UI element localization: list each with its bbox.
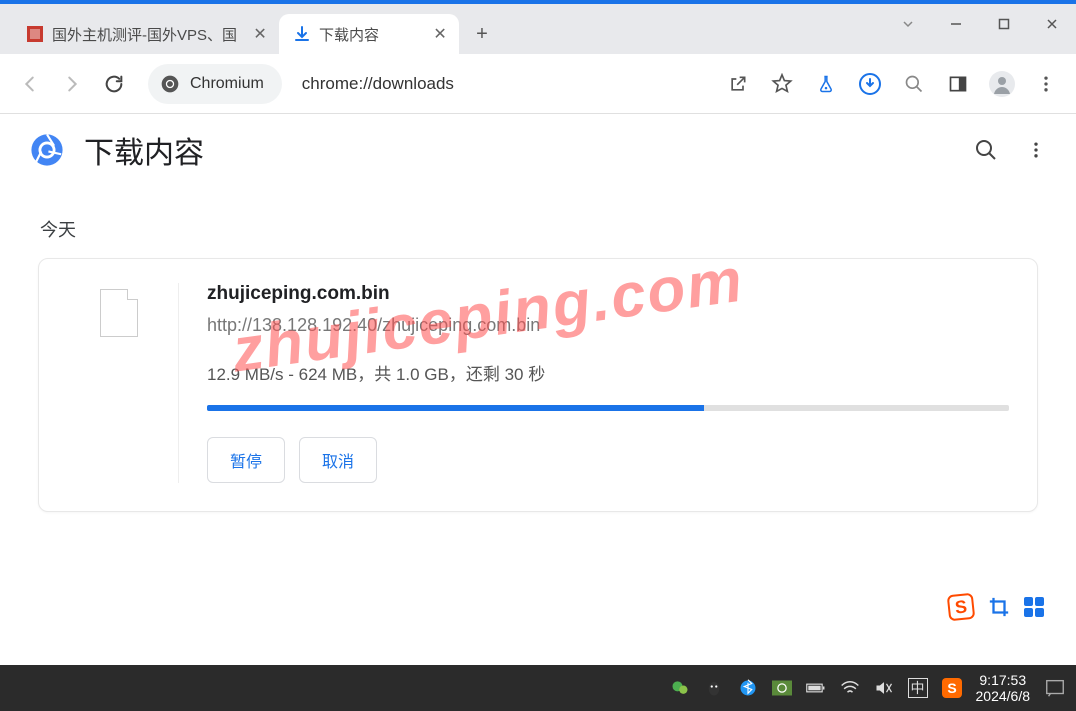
qq-icon[interactable]: [704, 678, 724, 698]
share-icon[interactable]: [720, 66, 756, 102]
reload-button[interactable]: [96, 66, 132, 102]
tab-active[interactable]: 下载内容 ✕: [279, 14, 459, 54]
new-tab-button[interactable]: +: [465, 17, 499, 51]
toolbar-right: [720, 66, 1064, 102]
chromium-logo-icon: [30, 133, 64, 167]
page-header: 下载内容: [0, 114, 1076, 186]
more-icon[interactable]: [1026, 138, 1046, 162]
download-url[interactable]: http://138.128.192.40/zhujiceping.com.bi…: [207, 315, 1009, 336]
search-icon[interactable]: [974, 138, 998, 162]
toolbar: Chromium chrome://downloads: [0, 54, 1076, 114]
download-filename: zhujiceping.com.bin: [207, 283, 1009, 305]
notifications-icon[interactable]: [1044, 677, 1066, 699]
profile-avatar[interactable]: [984, 66, 1020, 102]
downloads-page: 下载内容 今天 zhujiceping.com.bin http://138.1…: [0, 114, 1076, 512]
clock-time: 9:17:53: [976, 672, 1031, 688]
download-item: zhujiceping.com.bin http://138.128.192.4…: [38, 258, 1038, 512]
forward-button[interactable]: [54, 66, 90, 102]
wifi-icon[interactable]: [840, 678, 860, 698]
volume-icon[interactable]: [874, 678, 894, 698]
cancel-button[interactable]: 取消: [299, 437, 377, 483]
clock[interactable]: 9:17:53 2024/6/8: [976, 672, 1031, 704]
tab-title: 下载内容: [319, 24, 417, 45]
page-title: 下载内容: [84, 128, 204, 172]
flask-icon[interactable]: [808, 66, 844, 102]
close-icon[interactable]: ✕: [251, 25, 269, 43]
panel-icon[interactable]: [940, 66, 976, 102]
tab-inactive[interactable]: 国外主机测评-国外VPS、国 ✕: [12, 14, 279, 54]
bookmark-icon[interactable]: [764, 66, 800, 102]
window-close-button[interactable]: [1028, 4, 1076, 44]
clock-date: 2024/6/8: [976, 688, 1031, 704]
back-button[interactable]: [12, 66, 48, 102]
progress-fill: [207, 405, 704, 411]
battery-icon[interactable]: [806, 678, 826, 698]
minimize-button[interactable]: [932, 4, 980, 44]
sogou-tray-icon[interactable]: S: [942, 678, 962, 698]
site-chip-label: Chromium: [190, 75, 264, 93]
ime-indicator[interactable]: 中: [908, 678, 928, 698]
address-bar[interactable]: chrome://downloads: [294, 64, 714, 104]
tab-title: 国外主机测评-国外VPS、国: [52, 24, 237, 45]
download-status: 12.9 MB/s - 624 MB，共 1.0 GB，还剩 30 秒: [207, 360, 1009, 385]
wechat-icon[interactable]: [670, 678, 690, 698]
window-controls: [884, 4, 1076, 44]
tab-favicon-site: [26, 25, 44, 43]
sogou-icon[interactable]: S: [947, 593, 976, 622]
file-icon: [100, 289, 138, 337]
maximize-button[interactable]: [980, 4, 1028, 44]
download-actions: 暂停 取消: [207, 437, 1009, 483]
screenshot-tool-overlay: S: [948, 594, 1044, 620]
menu-icon[interactable]: [1028, 66, 1064, 102]
nvidia-icon[interactable]: [772, 678, 792, 698]
downloads-icon[interactable]: [852, 66, 888, 102]
download-icon: [293, 25, 311, 43]
section-today: 今天: [0, 186, 1076, 258]
taskbar: 中 S 9:17:53 2024/6/8: [0, 665, 1076, 711]
close-icon[interactable]: ✕: [431, 25, 449, 43]
download-body: zhujiceping.com.bin http://138.128.192.4…: [207, 283, 1009, 483]
tab-strip: 国外主机测评-国外VPS、国 ✕ 下载内容 ✕ +: [0, 4, 1076, 54]
system-tray: 中 S 9:17:53 2024/6/8: [670, 672, 1067, 704]
progress-bar: [207, 405, 1009, 411]
search-icon[interactable]: [896, 66, 932, 102]
site-chip[interactable]: Chromium: [148, 64, 282, 104]
chromium-icon: [160, 74, 180, 94]
grid-icon[interactable]: [1024, 597, 1044, 617]
bluetooth-icon[interactable]: [738, 678, 758, 698]
file-icon-column: [59, 283, 179, 483]
pause-button[interactable]: 暂停: [207, 437, 285, 483]
svg-text:S: S: [947, 680, 956, 696]
crop-icon[interactable]: [988, 596, 1010, 618]
caret-down-icon[interactable]: [884, 4, 932, 44]
url-text: chrome://downloads: [302, 74, 454, 94]
